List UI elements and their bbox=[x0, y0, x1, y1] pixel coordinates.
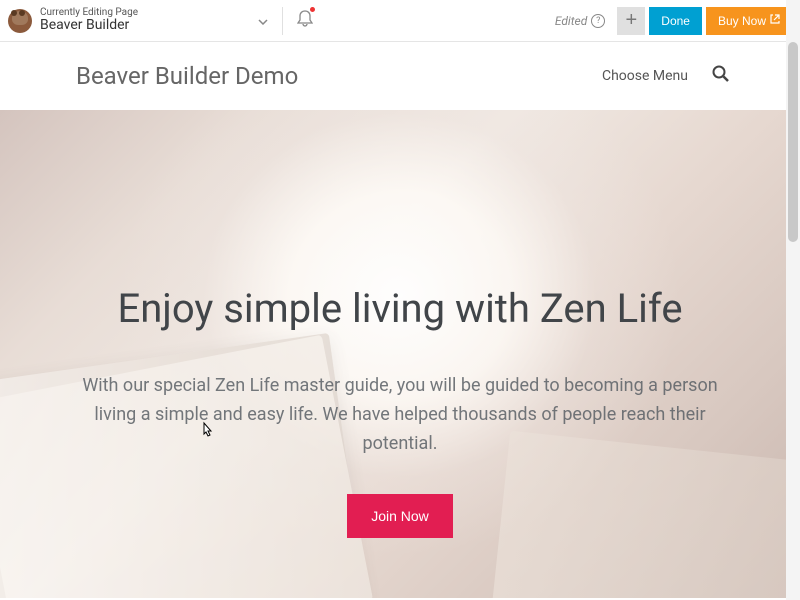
hero-subheading: With our special Zen Life master guide, … bbox=[60, 372, 740, 458]
hero-content: Enjoy simple living with Zen Life With o… bbox=[0, 110, 800, 538]
help-icon[interactable]: ? bbox=[591, 14, 605, 28]
site-title: Beaver Builder Demo bbox=[76, 62, 298, 90]
add-button[interactable]: + bbox=[617, 7, 645, 35]
edited-label: Edited bbox=[555, 14, 587, 28]
page-name: Beaver Builder bbox=[40, 18, 138, 33]
beaver-logo-icon bbox=[8, 9, 32, 33]
done-button[interactable]: Done bbox=[649, 7, 702, 35]
builder-toolbar: Currently Editing Page Beaver Builder Ed… bbox=[0, 0, 800, 42]
buy-label: Buy Now bbox=[718, 14, 766, 28]
join-now-button[interactable]: Join Now bbox=[347, 494, 453, 538]
edited-status: Edited ? bbox=[555, 14, 605, 28]
notification-bell-icon[interactable] bbox=[297, 9, 313, 32]
search-icon[interactable] bbox=[712, 65, 730, 88]
site-header: Beaver Builder Demo Choose Menu bbox=[0, 42, 800, 110]
hero-section: Enjoy simple living with Zen Life With o… bbox=[0, 110, 800, 598]
scrollbar-thumb[interactable] bbox=[788, 42, 798, 242]
notification-dot-icon bbox=[310, 7, 315, 12]
page-selector[interactable]: Currently Editing Page Beaver Builder bbox=[40, 7, 138, 33]
choose-menu-link[interactable]: Choose Menu bbox=[602, 68, 688, 84]
separator bbox=[282, 7, 283, 35]
chevron-down-icon[interactable] bbox=[258, 14, 268, 28]
external-link-icon bbox=[770, 14, 780, 27]
buy-now-button[interactable]: Buy Now bbox=[706, 7, 792, 35]
hero-heading: Enjoy simple living with Zen Life bbox=[40, 285, 760, 332]
